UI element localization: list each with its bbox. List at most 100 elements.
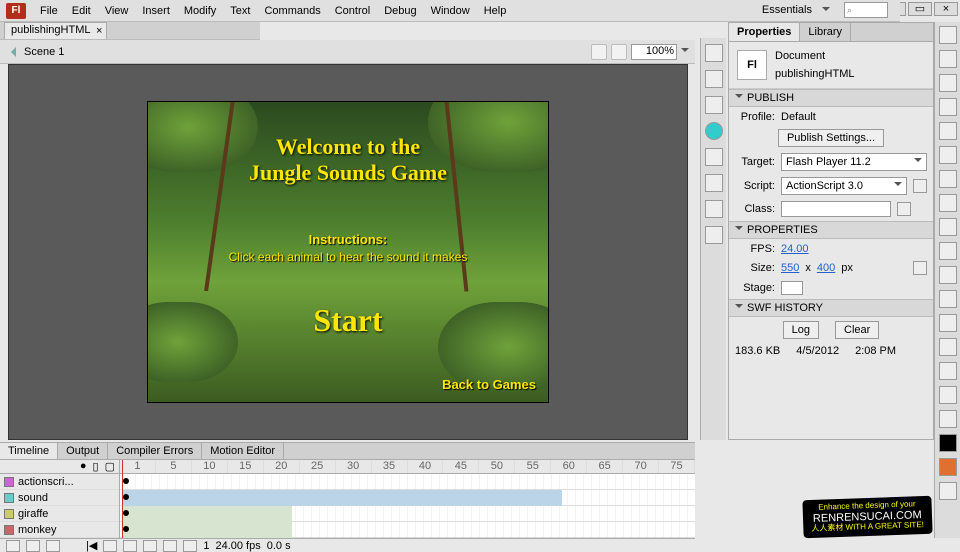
stroke-color-swatch[interactable] <box>939 434 957 452</box>
layer-row[interactable]: monkey <box>0 522 119 538</box>
eye-icon[interactable]: ● <box>80 460 87 473</box>
swap-colors-icon[interactable] <box>939 482 957 500</box>
stage-color-swatch[interactable] <box>781 281 803 295</box>
target-select[interactable]: Flash Player 11.2 <box>781 153 927 171</box>
script-select[interactable]: ActionScript 3.0 <box>781 177 907 195</box>
tab-compiler-errors[interactable]: Compiler Errors <box>108 443 202 459</box>
free-transform-tool-icon[interactable] <box>939 74 957 92</box>
outline-icon[interactable]: ▢ <box>105 460 115 473</box>
zoom-input[interactable]: 100% <box>631 44 677 60</box>
fps-value[interactable]: 24.00 <box>781 243 809 255</box>
stage-viewport[interactable]: Welcome to the Jungle Sounds Game Instru… <box>8 64 688 440</box>
layer-row[interactable]: sound <box>0 490 119 506</box>
back-arrow-icon[interactable] <box>6 47 16 57</box>
transform-panel-icon[interactable] <box>705 148 723 166</box>
menu-modify[interactable]: Modify <box>184 5 216 17</box>
chevron-down-icon[interactable] <box>681 48 689 56</box>
menu-insert[interactable]: Insert <box>142 5 170 17</box>
keyframe-icon[interactable] <box>123 494 129 500</box>
motion-presets-icon[interactable] <box>705 200 723 218</box>
delete-layer-icon[interactable] <box>46 540 60 552</box>
rectangle-tool-icon[interactable] <box>939 194 957 212</box>
menu-view[interactable]: View <box>105 5 129 17</box>
rewind-icon[interactable] <box>103 540 117 552</box>
menu-control[interactable]: Control <box>335 5 370 17</box>
keyframe-icon[interactable] <box>123 526 129 532</box>
scene-label[interactable]: Scene 1 <box>24 46 64 58</box>
wrench-icon[interactable] <box>913 179 927 193</box>
stage[interactable]: Welcome to the Jungle Sounds Game Instru… <box>148 102 548 402</box>
layer-row[interactable]: actionscri... <box>0 474 119 490</box>
start-button[interactable]: Start <box>148 302 548 339</box>
paint-bucket-tool-icon[interactable] <box>939 314 957 332</box>
bone-tool-icon[interactable] <box>939 290 957 308</box>
menu-window[interactable]: Window <box>431 5 470 17</box>
tab-motion-editor[interactable]: Motion Editor <box>202 443 284 459</box>
deco-tool-icon[interactable] <box>939 266 957 284</box>
wrench-icon[interactable] <box>913 261 927 275</box>
back-to-games-link[interactable]: Back to Games <box>442 377 536 392</box>
window-maximize[interactable]: ▭ <box>908 2 932 16</box>
swf-history-head[interactable]: SWF HISTORY <box>729 299 933 317</box>
menu-commands[interactable]: Commands <box>264 5 320 17</box>
frame-span[interactable] <box>122 522 292 538</box>
edit-symbol-icon[interactable] <box>611 44 627 60</box>
play-icon[interactable] <box>143 540 157 552</box>
zoom-tool-icon[interactable] <box>939 410 957 428</box>
workspace-switcher[interactable]: Essentials <box>756 2 830 18</box>
line-tool-icon[interactable] <box>939 170 957 188</box>
eraser-tool-icon[interactable] <box>939 362 957 380</box>
menu-file[interactable]: File <box>40 5 58 17</box>
frame-area[interactable]: 151015202530354045505560657075 <box>120 460 695 538</box>
step-back-icon[interactable] <box>123 540 137 552</box>
pencil-icon[interactable] <box>897 202 911 216</box>
publish-settings-button[interactable]: Publish Settings... <box>778 129 884 147</box>
sound-span[interactable] <box>122 490 562 506</box>
fill-color-swatch[interactable] <box>939 458 957 476</box>
menu-help[interactable]: Help <box>484 5 507 17</box>
menu-debug[interactable]: Debug <box>384 5 416 17</box>
menu-text[interactable]: Text <box>230 5 250 17</box>
swatches-panel-icon[interactable] <box>705 96 723 114</box>
publish-section-head[interactable]: PUBLISH <box>729 89 933 107</box>
hand-tool-icon[interactable] <box>939 386 957 404</box>
selection-tool-icon[interactable] <box>939 26 957 44</box>
frame-row[interactable] <box>120 474 695 490</box>
loop-icon[interactable] <box>183 540 197 552</box>
tab-library[interactable]: Library <box>800 23 851 41</box>
tab-output[interactable]: Output <box>58 443 108 459</box>
log-button[interactable]: Log <box>783 321 819 339</box>
lock-icon[interactable]: ▯ <box>93 460 99 473</box>
lasso-tool-icon[interactable] <box>939 98 957 116</box>
menu-edit[interactable]: Edit <box>72 5 91 17</box>
keyframe-icon[interactable] <box>123 510 129 516</box>
new-layer-icon[interactable] <box>6 540 20 552</box>
frame-row[interactable] <box>120 490 695 506</box>
brush-tool-icon[interactable] <box>939 242 957 260</box>
tab-timeline[interactable]: Timeline <box>0 443 58 459</box>
playhead[interactable] <box>122 460 123 538</box>
frame-span[interactable] <box>122 506 292 522</box>
close-icon[interactable]: × <box>96 25 102 37</box>
properties-section-head[interactable]: PROPERTIES <box>729 221 933 239</box>
subselection-tool-icon[interactable] <box>939 50 957 68</box>
size-height[interactable]: 400 <box>817 262 835 274</box>
pencil-tool-icon[interactable] <box>939 218 957 236</box>
color-panel-icon[interactable] <box>705 70 723 88</box>
frame-row[interactable] <box>120 506 695 522</box>
clear-button[interactable]: Clear <box>835 321 879 339</box>
components-panel-icon[interactable] <box>705 174 723 192</box>
step-fwd-icon[interactable] <box>163 540 177 552</box>
pen-tool-icon[interactable] <box>939 122 957 140</box>
project-panel-icon[interactable] <box>705 226 723 244</box>
layer-row[interactable]: giraffe <box>0 506 119 522</box>
frame-row[interactable] <box>120 522 695 538</box>
search-input[interactable]: ⌕ <box>844 2 888 18</box>
new-folder-icon[interactable] <box>26 540 40 552</box>
class-input[interactable] <box>781 201 891 217</box>
align-panel-icon[interactable] <box>705 44 723 62</box>
eyedropper-tool-icon[interactable] <box>939 338 957 356</box>
tab-properties[interactable]: Properties <box>729 23 800 41</box>
text-tool-icon[interactable] <box>939 146 957 164</box>
edit-scene-icon[interactable] <box>591 44 607 60</box>
